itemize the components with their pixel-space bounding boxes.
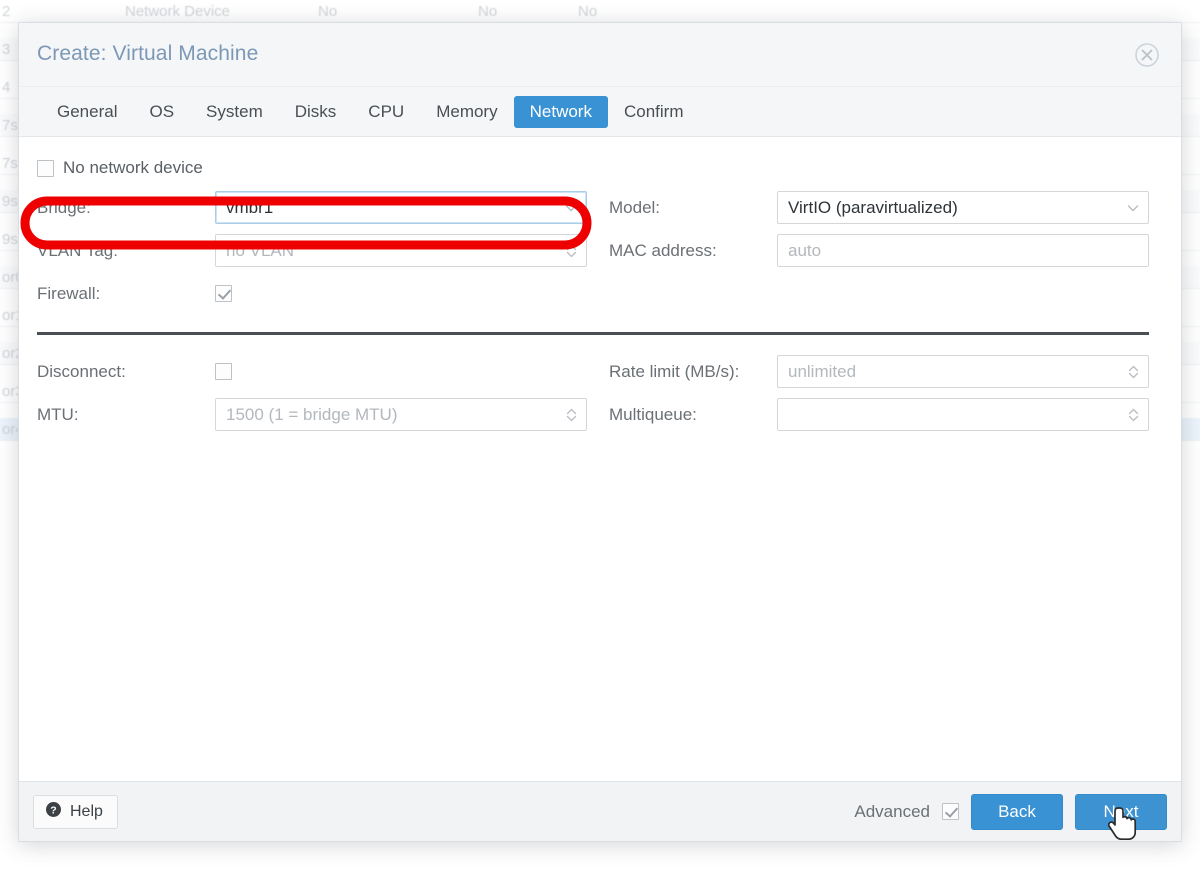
- vlan-tag-input[interactable]: no VLAN: [215, 234, 587, 267]
- background-table-cell: No: [318, 0, 438, 23]
- vlan-tag-placeholder: no VLAN: [226, 241, 565, 261]
- page-title: Create: Virtual Machine: [37, 42, 258, 66]
- model-select[interactable]: VirtIO (paravirtualized): [777, 191, 1149, 224]
- vlan-tag-label: VLAN Tag:: [37, 241, 215, 261]
- background-table-row: 2Network DeviceNoNoNo: [0, 0, 1200, 23]
- create-vm-dialog: Create: Virtual Machine GeneralOSSystemD…: [18, 22, 1182, 842]
- mtu-placeholder: 1500 (1 = bridge MTU): [226, 405, 565, 425]
- disconnect-checkbox[interactable]: [215, 363, 232, 380]
- disconnect-checkbox-cell[interactable]: [215, 355, 587, 388]
- close-icon[interactable]: [1133, 41, 1161, 69]
- dialog-body: No network device Bridge: vmbr1 Model: V…: [19, 137, 1181, 781]
- tab-disks[interactable]: Disks: [279, 96, 353, 128]
- firewall-checkbox-cell[interactable]: [215, 277, 587, 310]
- mac-address-label: MAC address:: [609, 241, 777, 261]
- disconnect-label: Disconnect:: [37, 362, 215, 382]
- advanced-label: Advanced: [854, 802, 930, 822]
- spinner-icon[interactable]: [1127, 405, 1140, 425]
- dialog-footer: ? Help Advanced Back Next: [19, 781, 1181, 841]
- no-network-device-row[interactable]: No network device: [37, 153, 1163, 183]
- help-button-label: Help: [70, 803, 103, 821]
- network-form-grid: Bridge: vmbr1 Model: VirtIO (paravirtual…: [37, 191, 1163, 431]
- wizard-tabs: GeneralOSSystemDisksCPUMemoryNetworkConf…: [19, 87, 1181, 137]
- advanced-checkbox[interactable]: [942, 803, 959, 820]
- no-network-device-checkbox[interactable]: [37, 160, 54, 177]
- multiqueue-input[interactable]: [777, 398, 1149, 431]
- tab-memory[interactable]: Memory: [420, 96, 513, 128]
- rate-limit-input[interactable]: unlimited: [777, 355, 1149, 388]
- spinner-icon[interactable]: [565, 241, 578, 261]
- svg-text:?: ?: [50, 804, 56, 816]
- tab-cpu[interactable]: CPU: [352, 96, 420, 128]
- chevron-down-icon[interactable]: [1126, 201, 1140, 215]
- tab-network[interactable]: Network: [514, 96, 608, 128]
- back-button[interactable]: Back: [971, 794, 1063, 830]
- mtu-label: MTU:: [37, 405, 215, 425]
- section-divider: [37, 332, 1149, 335]
- tab-system[interactable]: System: [190, 96, 279, 128]
- firewall-label: Firewall:: [37, 284, 215, 304]
- bridge-select[interactable]: vmbr1: [215, 191, 587, 224]
- mac-address-input[interactable]: auto: [777, 234, 1149, 267]
- tab-general[interactable]: General: [41, 96, 133, 128]
- dialog-header: Create: Virtual Machine: [19, 23, 1181, 87]
- background-table-cell: Network Device: [125, 0, 315, 23]
- rate-limit-placeholder: unlimited: [788, 362, 1127, 382]
- question-circle-icon: ?: [45, 801, 62, 823]
- footer-actions: Advanced Back Next: [854, 794, 1167, 830]
- help-button[interactable]: ? Help: [33, 795, 118, 829]
- tab-confirm[interactable]: Confirm: [608, 96, 700, 128]
- model-label: Model:: [609, 198, 777, 218]
- background-table-cell: 2: [2, 0, 26, 23]
- bridge-label: Bridge:: [37, 198, 215, 218]
- tab-os[interactable]: OS: [133, 96, 190, 128]
- background-table-cell: No: [578, 0, 698, 23]
- mtu-input[interactable]: 1500 (1 = bridge MTU): [215, 398, 587, 431]
- multiqueue-label: Multiqueue:: [609, 405, 777, 425]
- model-value: VirtIO (paravirtualized): [788, 198, 1126, 218]
- firewall-checkbox[interactable]: [215, 285, 232, 302]
- spinner-icon[interactable]: [1127, 362, 1140, 382]
- no-network-device-label: No network device: [63, 158, 203, 178]
- next-button[interactable]: Next: [1075, 794, 1167, 830]
- spinner-icon[interactable]: [565, 405, 578, 425]
- mac-address-placeholder: auto: [788, 241, 1140, 261]
- bridge-value: vmbr1: [226, 198, 564, 218]
- chevron-down-icon[interactable]: [564, 201, 578, 215]
- rate-limit-label: Rate limit (MB/s):: [609, 362, 777, 382]
